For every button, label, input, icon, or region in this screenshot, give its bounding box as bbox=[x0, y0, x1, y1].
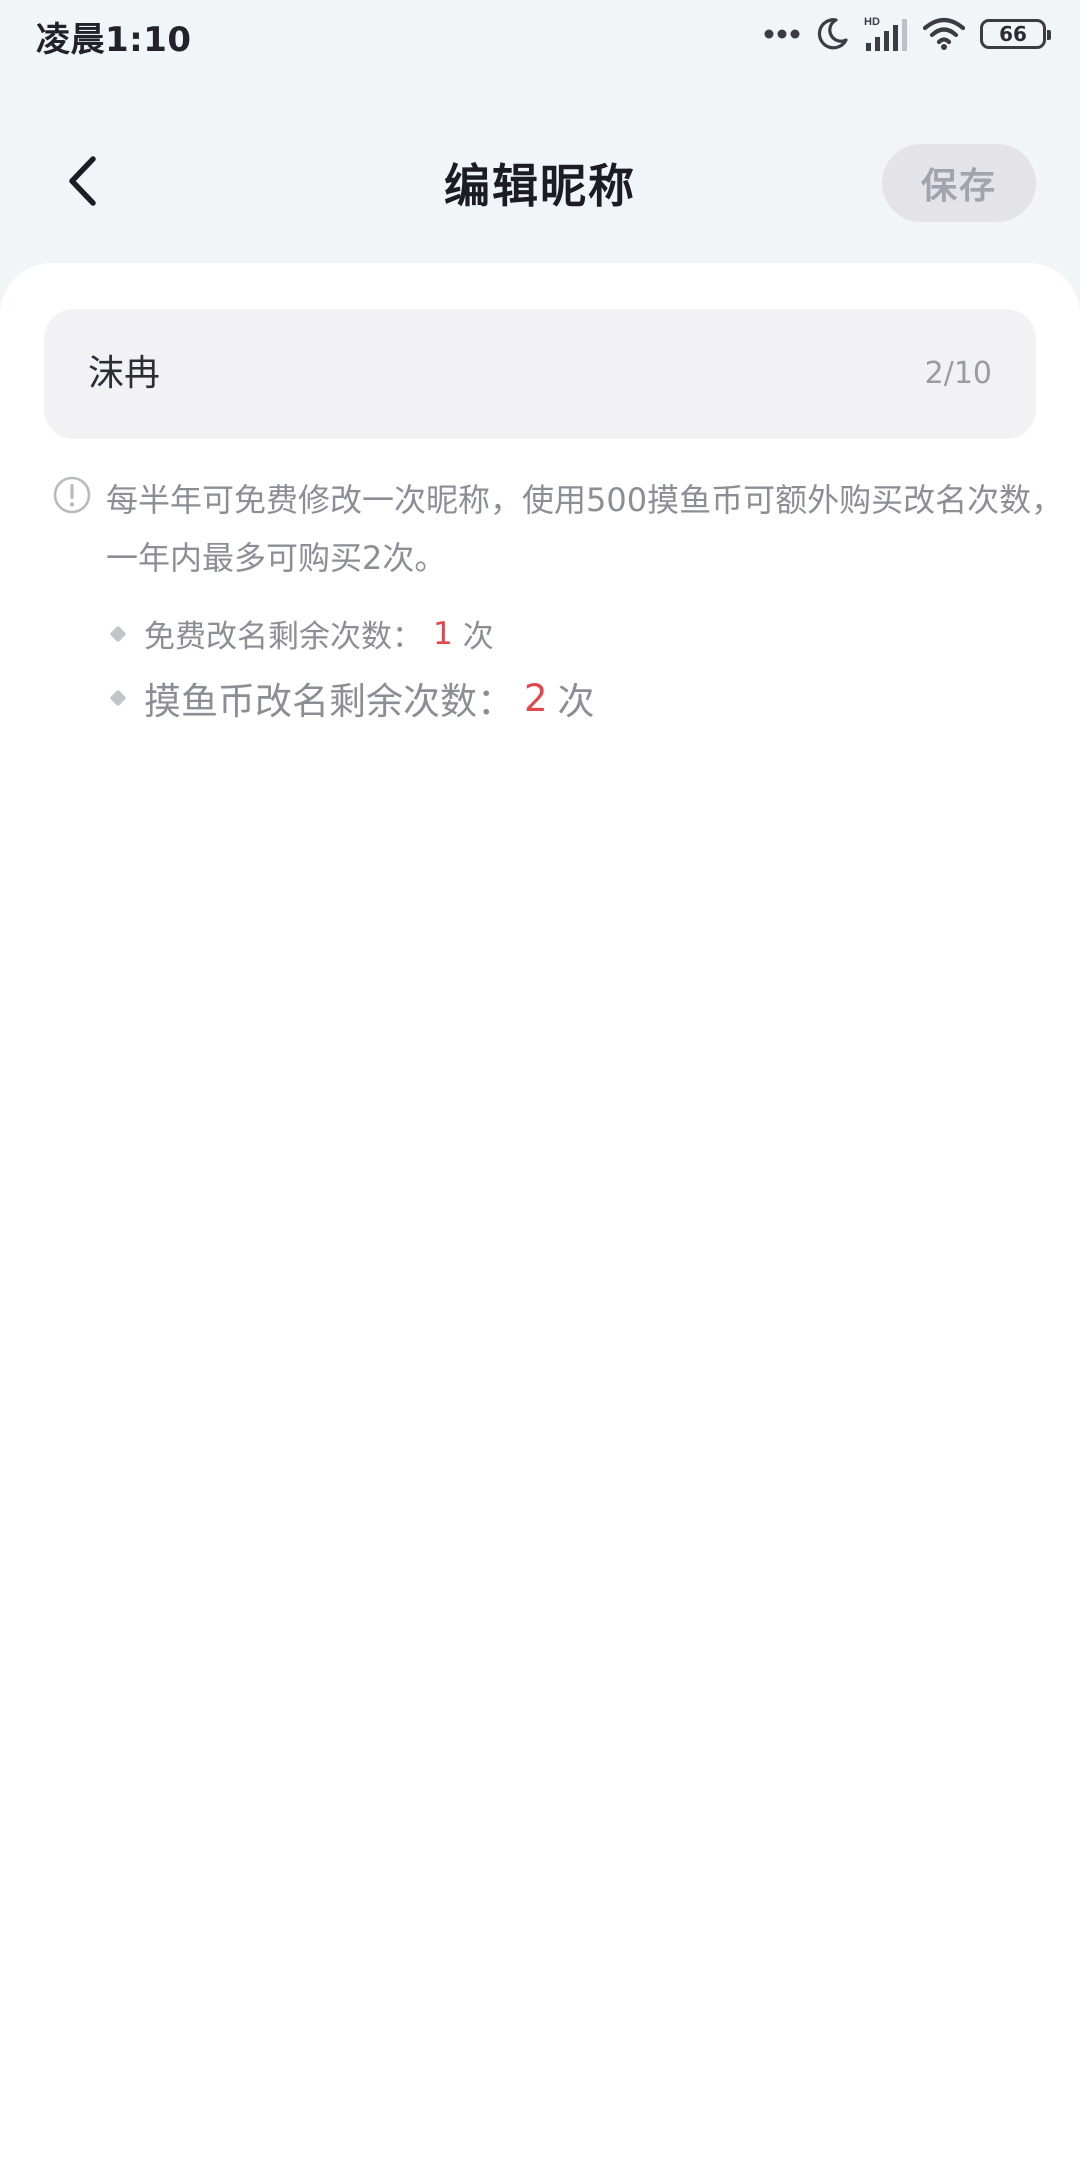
bullet-diamond-icon bbox=[109, 625, 127, 642]
hd-signal-icon: HD bbox=[864, 16, 907, 51]
free-rename-count: 1 bbox=[433, 615, 453, 652]
coin-rename-label: 摸鱼币改名剩余次数： bbox=[144, 680, 514, 723]
status-time: 凌晨1:10 bbox=[36, 20, 192, 60]
svg-text:HD: HD bbox=[864, 16, 880, 28]
bullet-diamond-icon bbox=[109, 689, 127, 707]
status-bar: 凌晨1:10 HD 66 bbox=[0, 0, 1080, 70]
nickname-char-counter: 2/10 bbox=[924, 356, 992, 391]
header: 编辑昵称 保存 bbox=[0, 120, 1080, 244]
coin-rename-count: 2 bbox=[524, 676, 548, 720]
moon-icon bbox=[817, 18, 848, 50]
coin-rename-remaining: 摸鱼币改名剩余次数： 2 次 bbox=[106, 671, 595, 725]
more-dots-icon bbox=[764, 29, 800, 39]
free-rename-unit: 次 bbox=[462, 619, 494, 655]
nickname-input[interactable]: 沫冉 bbox=[88, 309, 160, 439]
wifi-icon bbox=[922, 17, 966, 50]
free-rename-label: 免费改名剩余次数： bbox=[144, 619, 423, 655]
content-card: 沫冉 2/10 每半年可免费修改一次昵称，使用500摸鱼币可额外购买改名次数，一… bbox=[0, 263, 1080, 2160]
save-button[interactable]: 保存 bbox=[882, 144, 1036, 222]
nickname-field[interactable]: 沫冉 2/10 bbox=[44, 309, 1036, 439]
info-circle-icon bbox=[53, 476, 91, 514]
status-icons: HD 66 bbox=[764, 12, 1051, 56]
coin-rename-unit: 次 bbox=[557, 680, 595, 723]
notice-text: 每半年可免费修改一次昵称，使用500摸鱼币可额外购买改名次数，一年内最多可购买2… bbox=[106, 481, 1064, 577]
battery-level: 66 bbox=[999, 22, 1027, 46]
free-rename-remaining: 免费改名剩余次数： 1 次 bbox=[106, 611, 494, 656]
battery-icon: 66 bbox=[980, 19, 1051, 49]
